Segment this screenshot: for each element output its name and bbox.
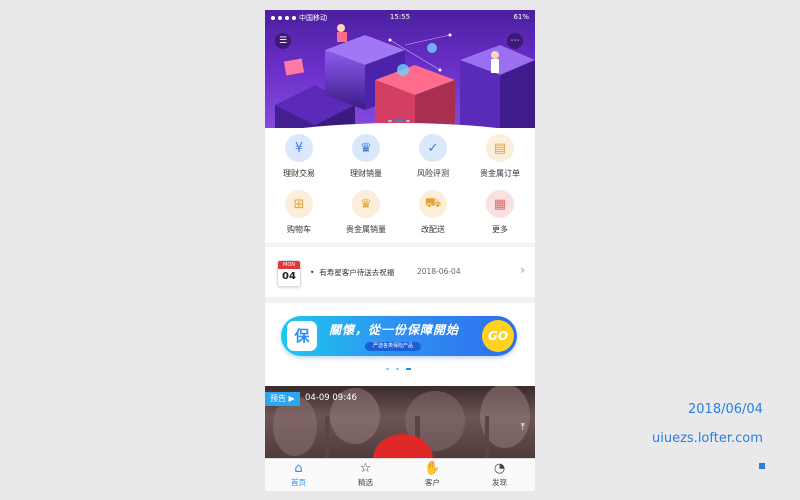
battery: 61% [513, 13, 529, 21]
grid-item-change-delivery[interactable]: ⛟ 改配送 [399, 190, 467, 235]
grid-item-label: 风险评测 [417, 169, 449, 178]
grid-item-label: 理财销量 [350, 169, 382, 178]
carousel-dot[interactable] [406, 120, 410, 122]
grid-item-label: 贵金属订单 [480, 169, 520, 178]
live-preview-card[interactable]: 预告 ▶ 04-09 09:46 ⤒ [265, 386, 535, 463]
carousel-dot[interactable] [396, 368, 399, 370]
grid-item-metal-order[interactable]: ▤ 贵金属订单 [466, 134, 534, 179]
grid-item-metal-sales[interactable]: ♛ 贵金属销量 [332, 190, 400, 235]
preview-tag-label: 预告 [270, 394, 286, 403]
promo-area: 保 關懷，從一份保障開始 严选各类保险产品 GO [265, 303, 535, 386]
cart-icon: ⊞ [285, 190, 313, 218]
message-icon[interactable]: ⋯ [507, 33, 523, 49]
grid-item-cart[interactable]: ⊞ 购物车 [265, 190, 333, 235]
grid-item-label: 购物车 [287, 225, 311, 234]
grid-item-wealth-trade[interactable]: ¥ 理财交易 [265, 134, 333, 179]
carousel-dot[interactable] [386, 368, 389, 370]
preview-time: 04-09 09:46 [305, 393, 357, 403]
hero-carousel-dots[interactable] [388, 120, 410, 122]
go-button[interactable]: GO [482, 320, 514, 352]
handshake-icon: ✋ [424, 461, 441, 476]
phone-screen: 中国移动 15:55 61% ☰ ⋯ ¥ 理财交易 ♛ 理财销量 ✓ 风险评测 [265, 10, 535, 491]
notice-text: • 有寿星客户待送去祝福 [310, 268, 395, 277]
back-to-top-icon[interactable]: ⤒ [521, 422, 525, 433]
calendar-day: 04 [282, 271, 296, 282]
carousel-dot-active[interactable] [395, 120, 403, 122]
watermark-date: 2018/06/04 [688, 402, 763, 417]
carousel-dot-active[interactable] [406, 368, 411, 370]
home-icon: ⌂ [294, 461, 303, 476]
tab-discover[interactable]: ◔ 发现 [466, 461, 533, 488]
grid-item-more[interactable]: ▦ 更多 [466, 190, 534, 235]
grid-item-label: 贵金属销量 [346, 225, 386, 234]
yen-coin-icon: ¥ [285, 134, 313, 162]
tab-label: 客户 [425, 478, 440, 487]
gold-bars-icon: ▤ [486, 134, 514, 162]
calendar-icon: MON 04 [277, 260, 301, 287]
trophy-icon: ♛ [352, 190, 380, 218]
grid-item-label: 理财交易 [283, 169, 315, 178]
banner-subtitle: 严选各类保险产品 [365, 342, 422, 351]
notice-message: 有寿星客户待送去祝福 [319, 268, 395, 277]
more-grid-icon: ▦ [486, 190, 514, 218]
trophy-icon: ♛ [352, 134, 380, 162]
star-icon: ☆ [359, 461, 372, 476]
preview-tag: 预告 ▶ [265, 392, 300, 406]
chevron-right-icon[interactable]: › [520, 263, 525, 277]
tab-label: 精选 [358, 478, 373, 487]
tab-clients[interactable]: ✋ 客户 [399, 461, 466, 488]
notice-date: 2018-06-04 [417, 267, 461, 276]
bottom-tab-bar: ⌂ 首页 ☆ 精选 ✋ 客户 ◔ 发现 [265, 458, 535, 491]
hero-illustration [275, 24, 535, 138]
shield-icon: 保 [287, 321, 317, 351]
grid-item-risk-test[interactable]: ✓ 风险评测 [399, 134, 467, 179]
truck-icon: ⛟ [419, 190, 447, 218]
notice-row[interactable]: MON 04 • 有寿星客户待送去祝福 2018-06-04 › [265, 247, 535, 297]
hero-banner[interactable]: 中国移动 15:55 61% ☰ ⋯ [265, 10, 535, 138]
shortcut-grid: ¥ 理财交易 ♛ 理财销量 ✓ 风险评测 ▤ 贵金属订单 ⊞ 购物车 ♛ 贵金属… [265, 128, 535, 243]
watermark-site: uiuezs.lofter.com [652, 431, 763, 446]
insurance-banner[interactable]: 保 關懷，從一份保障開始 严选各类保险产品 GO [281, 316, 517, 356]
tab-label: 首页 [291, 478, 306, 487]
compass-icon: ◔ [493, 461, 506, 476]
grid-item-wealth-sales[interactable]: ♛ 理财销量 [332, 134, 400, 179]
status-bar: 中国移动 15:55 61% [265, 10, 535, 26]
status-time: 15:55 [389, 13, 411, 21]
shield-check-icon: ✓ [419, 134, 447, 162]
calendar-weekday: MON [278, 261, 300, 269]
tab-featured[interactable]: ☆ 精选 [332, 461, 399, 488]
banner-carousel-dots[interactable] [386, 368, 411, 370]
grid-item-label: 改配送 [421, 225, 445, 234]
carousel-dot[interactable] [388, 120, 392, 122]
watermark-square [759, 463, 765, 469]
banner-title: 關懷，從一份保障開始 [329, 323, 460, 337]
tab-label: 发现 [492, 478, 507, 487]
grid-item-label: 更多 [492, 225, 508, 234]
menu-icon[interactable]: ☰ [275, 33, 291, 49]
tab-home[interactable]: ⌂ 首页 [265, 461, 332, 488]
battery-level: 61% [513, 13, 529, 21]
